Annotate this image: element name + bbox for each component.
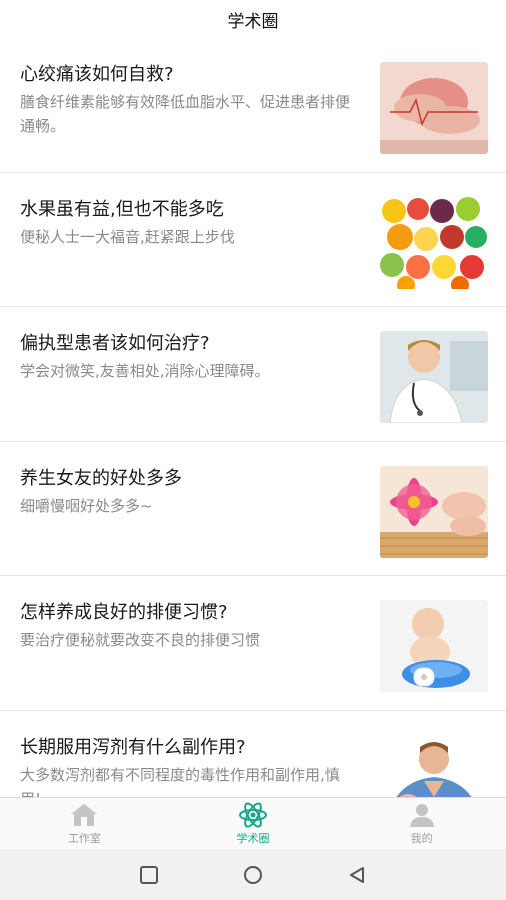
article-thumbnail[interactable] xyxy=(380,331,488,423)
tab-label: 我的 xyxy=(410,831,433,845)
article-item[interactable]: 水果虽有益,但也不能多吃 便秘人士一大福音,赶紧跟上步伐 xyxy=(0,173,506,307)
bottom-tab-bar: 工作室 学术圈 我的 xyxy=(0,797,506,849)
article-item[interactable]: 长期服用泻剂有什么副作用? 大多数泻剂都有不同程度的毒性作用和副作用,慎用! xyxy=(0,711,506,798)
atom-icon xyxy=(239,801,267,828)
house-icon xyxy=(71,803,98,826)
tab-workroom[interactable]: 工作室 xyxy=(0,798,169,849)
article-summary: 细嚼慢咽好处多多~ xyxy=(20,496,153,515)
tab-mine[interactable]: 我的 xyxy=(337,798,506,849)
person-icon xyxy=(409,803,434,827)
circle-icon xyxy=(244,865,262,884)
article-thumbnail[interactable] xyxy=(380,734,488,797)
square-icon xyxy=(140,865,158,884)
article-title: 长期服用泻剂有什么副作用? xyxy=(20,736,246,758)
article-item[interactable]: 养生女友的好处多多 细嚼慢咽好处多多~ xyxy=(0,442,506,576)
article-item[interactable]: 偏执型患者该如何治疗? 学会对微笑,友善相处,消除心理障碍。 xyxy=(0,307,506,442)
page-title: 学术圈 xyxy=(227,11,279,32)
article-summary: 膳食纤维素能够有效降低血脂水平、促进患者排便通畅。 xyxy=(20,93,351,135)
article-thumbnail[interactable] xyxy=(380,62,488,154)
article-title: 水果虽有益,但也不能多吃 xyxy=(20,198,224,220)
article-title: 养生女友的好处多多 xyxy=(20,467,182,489)
tab-label: 学术圈 xyxy=(236,831,270,845)
triangle-back-icon xyxy=(350,866,364,883)
app-header: 学术圈 xyxy=(0,0,506,38)
article-title: 心绞痛该如何自救? xyxy=(20,64,174,85)
article-thumbnail[interactable] xyxy=(380,600,488,692)
article-item[interactable]: 心绞痛该如何自救? 膳食纤维素能够有效降低血脂水平、促进患者排便通畅。 xyxy=(0,38,506,173)
article-summary: 大多数泻剂都有不同程度的毒性作用和副作用,慎用! xyxy=(20,765,340,798)
recent-apps-button[interactable] xyxy=(138,864,160,886)
article-thumbnail[interactable] xyxy=(380,196,488,289)
article-summary: 学会对微笑,友善相处,消除心理障碍。 xyxy=(20,362,270,380)
article-item[interactable]: 怎样养成良好的排便习惯? 要治疗便秘就要改变不良的排便习惯 xyxy=(0,576,506,711)
tab-label: 工作室 xyxy=(67,831,101,845)
tab-academic-circle[interactable]: 学术圈 xyxy=(169,798,338,849)
back-button[interactable] xyxy=(346,864,368,886)
article-thumbnail[interactable] xyxy=(380,465,488,558)
home-button[interactable] xyxy=(242,864,264,886)
article-summary: 要治疗便秘就要改变不良的排便习惯 xyxy=(20,631,261,649)
article-summary: 便秘人士一大福音,赶紧跟上步伐 xyxy=(20,227,235,246)
article-list[interactable]: 心绞痛该如何自救? 膳食纤维素能够有效降低血脂水平、促进患者排便通畅。 水果虽有… xyxy=(0,38,506,797)
article-title: 怎样养成良好的排便习惯? xyxy=(20,602,228,623)
article-title: 偏执型患者该如何治疗? xyxy=(20,333,210,354)
system-navigation-bar xyxy=(0,849,506,900)
